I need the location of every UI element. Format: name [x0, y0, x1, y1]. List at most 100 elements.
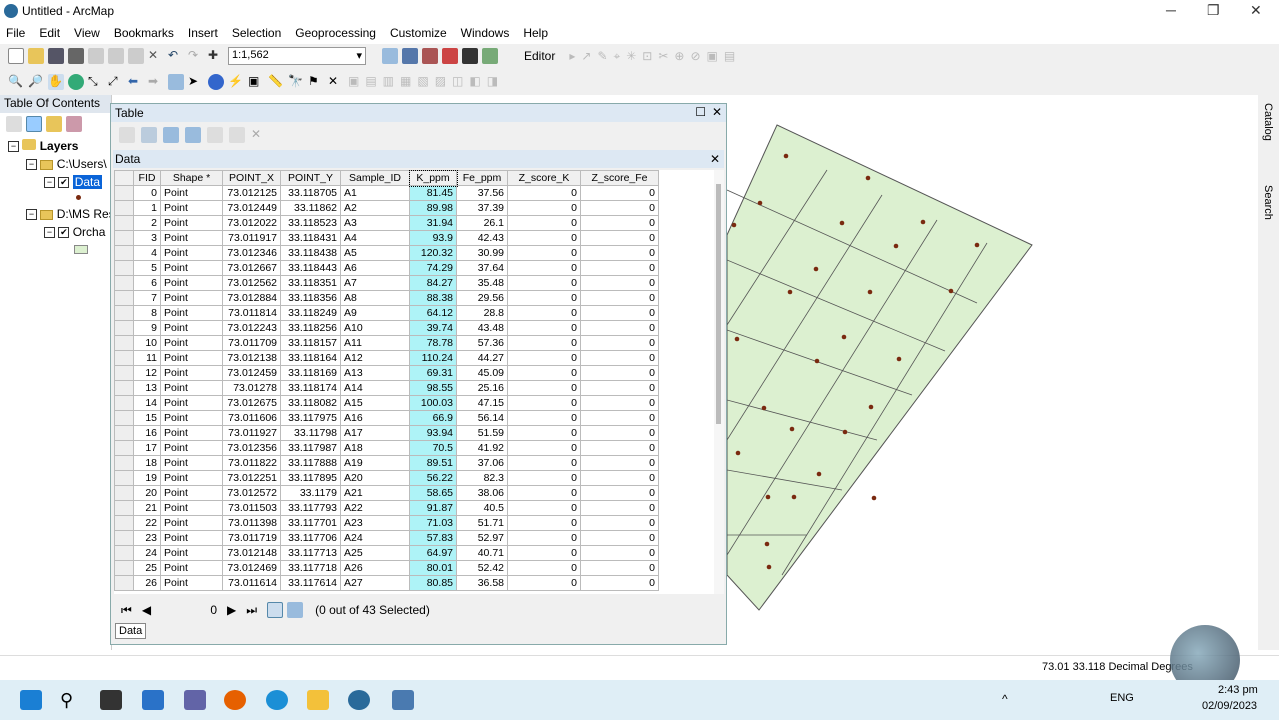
- cell-z-score-k[interactable]: 0: [507, 260, 581, 276]
- table-row[interactable]: 25 Point 73.012469 33.117718 A26 80.01 52.42 0 0: [114, 560, 659, 576]
- cell-z-score-fe[interactable]: 0: [580, 275, 659, 291]
- cell-shape-[interactable]: Point: [160, 365, 223, 381]
- zoom-out-icon[interactable]: 🔎: [28, 74, 44, 90]
- cell-fid[interactable]: 10: [133, 335, 161, 351]
- table-row[interactable]: 23 Point 73.011719 33.117706 A24 57.83 52.97 0 0: [114, 530, 659, 546]
- table-row[interactable]: 6 Point 73.012562 33.118351 A7 84.27 35.48 0 0: [114, 275, 659, 291]
- cell-point-x[interactable]: 73.011822: [222, 455, 281, 471]
- cell-fe-ppm[interactable]: 30.99: [456, 245, 508, 261]
- cell-fe-ppm[interactable]: 56.14: [456, 410, 508, 426]
- menu-insert[interactable]: Insert: [188, 26, 218, 40]
- cell-point-x[interactable]: 73.011398: [222, 515, 281, 531]
- row-selector[interactable]: [114, 560, 134, 576]
- table-row[interactable]: 2 Point 73.012022 33.118523 A3 31.94 26.1 0 0: [114, 215, 659, 231]
- task-view-icon[interactable]: [100, 690, 122, 710]
- cell-shape-[interactable]: Point: [160, 350, 223, 366]
- teams-icon[interactable]: [184, 690, 206, 710]
- cell-fid[interactable]: 14: [133, 395, 161, 411]
- column-header-z-score-k[interactable]: Z_score_K: [507, 170, 581, 186]
- cell-z-score-fe[interactable]: 0: [580, 350, 659, 366]
- cell-fid[interactable]: 12: [133, 365, 161, 381]
- find-route-icon[interactable]: ⚑: [308, 74, 324, 90]
- cell-z-score-k[interactable]: 0: [507, 425, 581, 441]
- cell-point-x[interactable]: 73.012243: [222, 320, 281, 336]
- cell-z-score-fe[interactable]: 0: [580, 245, 659, 261]
- cell-point-x[interactable]: 73.012469: [222, 560, 281, 576]
- table-row[interactable]: 3 Point 73.011917 33.118431 A4 93.9 42.43 0 0: [114, 230, 659, 246]
- table-row[interactable]: 26 Point 73.011614 33.117614 A27 80.85 36.58 0 0: [114, 575, 659, 591]
- cell-k-ppm[interactable]: 31.94: [409, 215, 457, 231]
- clock-date[interactable]: 02/09/2023: [1202, 700, 1257, 712]
- table-row[interactable]: 8 Point 73.011814 33.118249 A9 64.12 28.8 0 0: [114, 305, 659, 321]
- cell-z-score-fe[interactable]: 0: [580, 515, 659, 531]
- html-popup-icon[interactable]: ▣: [248, 74, 264, 90]
- menu-geoprocessing[interactable]: Geoprocessing: [295, 26, 376, 40]
- editor-menu[interactable]: Editor: [524, 49, 555, 63]
- cell-point-y[interactable]: 33.118438: [280, 245, 341, 261]
- cell-k-ppm[interactable]: 74.29: [409, 260, 457, 276]
- cell-k-ppm[interactable]: 110.24: [409, 350, 457, 366]
- table-row[interactable]: 24 Point 73.012148 33.117713 A25 64.97 40.71 0 0: [114, 545, 659, 561]
- row-selector[interactable]: [114, 380, 134, 396]
- cell-z-score-k[interactable]: 0: [507, 485, 581, 501]
- save-icon[interactable]: [48, 48, 64, 64]
- cell-z-score-k[interactable]: 0: [507, 305, 581, 321]
- cell-z-score-k[interactable]: 0: [507, 500, 581, 516]
- cell-z-score-k[interactable]: 0: [507, 275, 581, 291]
- select-all-header[interactable]: [114, 170, 134, 186]
- cell-point-y[interactable]: 33.118256: [280, 320, 341, 336]
- cell-z-score-k[interactable]: 0: [507, 575, 581, 591]
- last-record-button[interactable]: ⏭: [246, 603, 257, 618]
- cell-z-score-fe[interactable]: 0: [580, 560, 659, 576]
- cell-point-x[interactable]: 73.01278: [222, 380, 281, 396]
- cell-k-ppm[interactable]: 57.83: [409, 530, 457, 546]
- cell-fid[interactable]: 25: [133, 560, 161, 576]
- cell-point-x[interactable]: 73.012346: [222, 245, 281, 261]
- add-data-icon[interactable]: ✚: [208, 48, 224, 64]
- cell-point-x[interactable]: 73.011606: [222, 410, 281, 426]
- row-selector[interactable]: [114, 515, 134, 531]
- cell-point-x[interactable]: 73.011719: [222, 530, 281, 546]
- select-by-attributes-icon[interactable]: [163, 127, 179, 143]
- show-selected-records-icon[interactable]: [287, 602, 304, 618]
- cell-point-y[interactable]: 33.117713: [280, 545, 341, 561]
- cell-z-score-fe[interactable]: 0: [580, 530, 659, 546]
- cell-z-score-fe[interactable]: 0: [580, 455, 659, 471]
- row-selector[interactable]: [114, 230, 134, 246]
- cell-k-ppm[interactable]: 64.97: [409, 545, 457, 561]
- cell-fid[interactable]: 24: [133, 545, 161, 561]
- row-selector[interactable]: [114, 350, 134, 366]
- edge-icon[interactable]: [266, 690, 288, 710]
- cell-point-y[interactable]: 33.118705: [280, 185, 341, 201]
- cell-z-score-fe[interactable]: 0: [580, 305, 659, 321]
- cell-k-ppm[interactable]: 64.12: [409, 305, 457, 321]
- collapse-icon[interactable]: −: [26, 159, 37, 171]
- cell-z-score-k[interactable]: 0: [507, 410, 581, 426]
- cell-sample-id[interactable]: A2: [340, 200, 410, 216]
- cell-point-y[interactable]: 33.117793: [280, 500, 341, 516]
- cell-z-score-k[interactable]: 0: [507, 335, 581, 351]
- cell-z-score-fe[interactable]: 0: [580, 470, 659, 486]
- cell-z-score-fe[interactable]: 0: [580, 395, 659, 411]
- cell-fid[interactable]: 4: [133, 245, 161, 261]
- row-selector[interactable]: [114, 260, 134, 276]
- cell-k-ppm[interactable]: 58.65: [409, 485, 457, 501]
- menu-windows[interactable]: Windows: [461, 26, 510, 40]
- cell-sample-id[interactable]: A14: [340, 380, 410, 396]
- cell-fe-ppm[interactable]: 35.48: [456, 275, 508, 291]
- cell-z-score-fe[interactable]: 0: [580, 320, 659, 336]
- identify-icon[interactable]: [208, 73, 224, 90]
- cell-fe-ppm[interactable]: 40.71: [456, 545, 508, 561]
- menu-file[interactable]: File: [6, 26, 25, 40]
- cell-shape-[interactable]: Point: [160, 545, 223, 561]
- measure-icon[interactable]: 📏: [268, 74, 284, 90]
- close-icon[interactable]: ✕: [712, 105, 722, 119]
- cell-k-ppm[interactable]: 93.9: [409, 230, 457, 246]
- cell-sample-id[interactable]: A16: [340, 410, 410, 426]
- cell-fe-ppm[interactable]: 26.1: [456, 215, 508, 231]
- cell-fe-ppm[interactable]: 52.97: [456, 530, 508, 546]
- row-selector[interactable]: [114, 455, 134, 471]
- cell-fid[interactable]: 1: [133, 200, 161, 216]
- cell-z-score-k[interactable]: 0: [507, 530, 581, 546]
- cell-k-ppm[interactable]: 66.9: [409, 410, 457, 426]
